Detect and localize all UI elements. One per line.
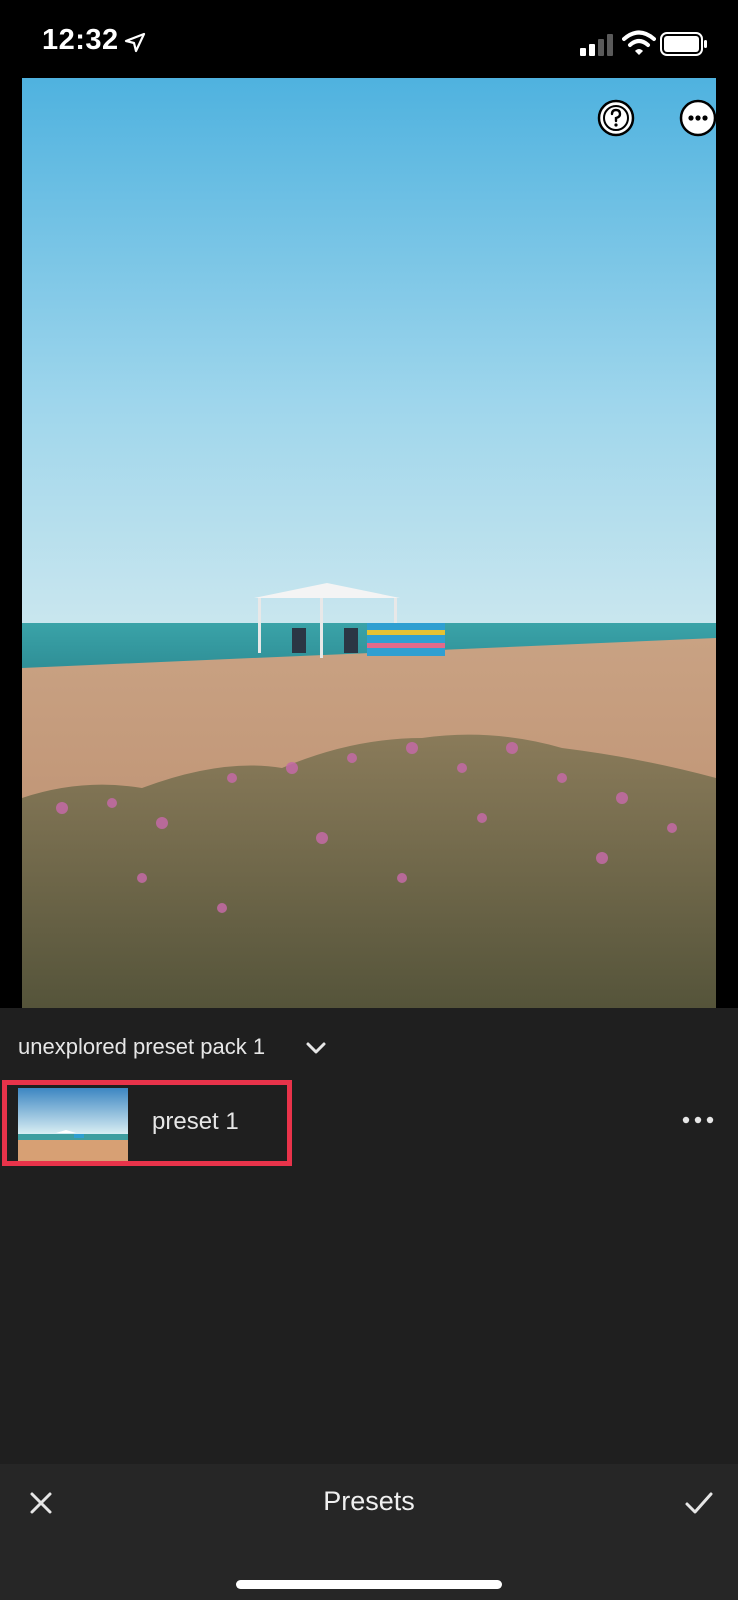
preset-thumbnail xyxy=(18,1088,128,1161)
preset-pack-title[interactable]: unexplored preset pack 1 xyxy=(18,1034,265,1060)
photo-preview-area xyxy=(0,78,738,1008)
preset-more-icon[interactable] xyxy=(680,1110,716,1130)
status-bar: 12:32 xyxy=(0,0,738,78)
wifi-icon xyxy=(622,30,656,55)
beach-photo xyxy=(22,78,716,1008)
more-options-icon[interactable] xyxy=(678,98,718,138)
location-arrow-icon xyxy=(124,32,146,53)
battery-icon xyxy=(660,32,707,56)
chevron-down-icon[interactable] xyxy=(304,1038,328,1058)
checkmark-icon[interactable] xyxy=(684,1490,714,1516)
preset-name: preset 1 xyxy=(152,1108,239,1135)
cellular-signal-icon xyxy=(580,34,613,56)
help-icon[interactable] xyxy=(596,98,636,138)
bottom-bar: Presets xyxy=(0,1464,738,1600)
preset-item[interactable]: preset 1 xyxy=(0,1078,738,1166)
presets-panel: unexplored preset pack 1 preset 1 xyxy=(0,1008,738,1464)
home-indicator[interactable] xyxy=(236,1580,502,1589)
status-time: 12:32 xyxy=(42,24,119,56)
bottom-bar-title: Presets xyxy=(323,1486,415,1516)
